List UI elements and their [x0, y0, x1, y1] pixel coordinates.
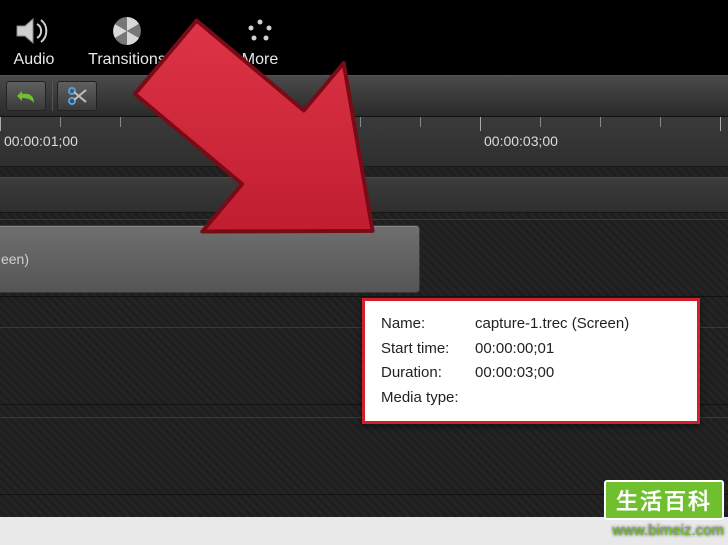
tooltip-start-key: Start time:	[381, 338, 473, 361]
tooltip-name-key: Name:	[381, 313, 473, 336]
tooltip-duration-value: 00:00:03;00	[475, 362, 635, 385]
speaker-icon	[14, 13, 54, 49]
more-tab[interactable]: More	[230, 13, 290, 69]
transitions-label: Transitions	[88, 51, 166, 69]
edit-toolbar	[0, 75, 728, 117]
pinwheel-icon	[107, 13, 147, 49]
media-toolbar: Audio Transitions	[0, 0, 728, 75]
more-label: More	[242, 51, 278, 69]
scissors-icon	[67, 87, 87, 105]
watermark-url: www.bimeiz.com	[604, 522, 724, 539]
toolbar-separator	[52, 81, 53, 111]
cut-button[interactable]	[57, 81, 97, 111]
ruler-time-1: 00:00:01;00	[4, 133, 78, 149]
timeline-ruler[interactable]: 00:00:01;00 2;00 00:00:03;00	[0, 117, 728, 167]
tooltip-duration-key: Duration:	[381, 362, 473, 385]
ruler-time-2: 2;00	[300, 133, 327, 149]
tooltip-mediatype-key: Media type:	[381, 387, 473, 410]
audio-tab[interactable]: Audio	[4, 13, 64, 69]
tooltip-name-value: capture-1.trec (Screen)	[475, 313, 635, 336]
clip-info-tooltip: Name: capture-1.trec (Screen) Start time…	[362, 298, 700, 424]
undo-button[interactable]	[6, 81, 46, 111]
watermark-text-cn: 生活百科	[604, 480, 724, 520]
clip-capture-1[interactable]: een)	[0, 225, 420, 293]
track-header-strip	[0, 177, 728, 213]
watermark: 生活百科 www.bimeiz.com	[604, 480, 724, 539]
tooltip-start-value: 00:00:00;01	[475, 338, 635, 361]
audio-label: Audio	[14, 51, 55, 69]
video-editor-screenshot: Audio Transitions	[0, 0, 728, 545]
transitions-tab[interactable]: Transitions	[82, 13, 172, 69]
ruler-time-3: 00:00:03;00	[484, 133, 558, 149]
track-row-1[interactable]: een)	[0, 219, 728, 297]
undo-icon	[16, 88, 36, 104]
more-dots-icon	[240, 13, 280, 49]
tooltip-mediatype-value	[475, 387, 635, 410]
clip-label: een)	[1, 251, 29, 267]
